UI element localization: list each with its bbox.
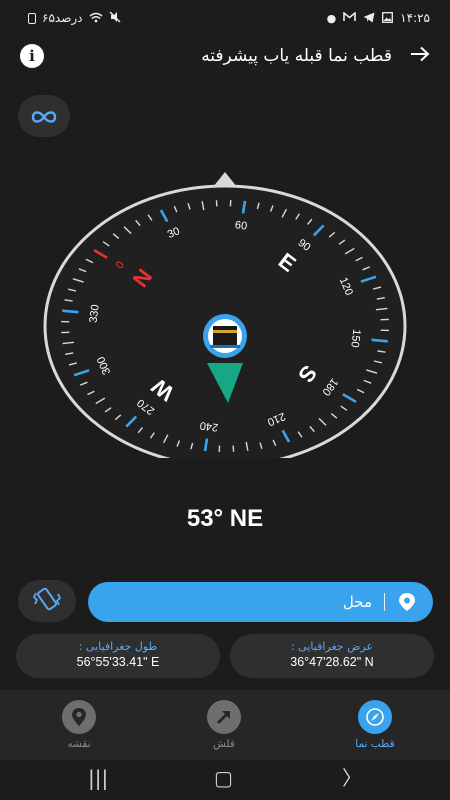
recents-button[interactable]: ||| [88, 768, 108, 788]
location-separator [384, 593, 385, 611]
nav-label-map: نقشه [67, 738, 91, 750]
longitude-value: 56°55'33.41" E [76, 655, 160, 669]
compass-degree-label: 240 [199, 419, 219, 433]
status-bar: ۶۵درصد ● ۱۴:۲۵ [0, 0, 450, 36]
compass-tick [371, 338, 388, 343]
home-button[interactable]: ▢ [214, 768, 233, 788]
nav-tab-arrow[interactable]: فلش [184, 700, 264, 750]
compass: 0 30 60 90 120 150 180 210 240 270 300 330 NESW [40, 168, 410, 458]
longitude-label: طول جغرافیایی : [78, 640, 158, 653]
longitude-card: طول جغرافیایی : 56°55'33.41" E [16, 634, 220, 678]
nav-label-arrow: فلش [213, 738, 235, 750]
location-pin-icon [397, 592, 417, 612]
compass-degree-label: 150 [348, 328, 362, 348]
battery-icon [28, 12, 36, 24]
nav-label-compass: قطب نما [355, 738, 395, 750]
info-icon[interactable]: i [20, 44, 44, 68]
battery-text: ۶۵درصد [42, 11, 83, 25]
gallery-icon [382, 11, 394, 25]
vibration-toggle-button[interactable] [18, 580, 76, 622]
app-header: i قطب نما قبله یاب پیشرفته [0, 36, 450, 76]
compass-dial: 030 6090120150180210240270300330 NESW [43, 172, 407, 458]
compass-tick [62, 309, 79, 314]
gmail-icon [343, 11, 356, 24]
notification-dot-icon: ● [326, 11, 337, 25]
wifi-icon [89, 12, 103, 25]
latitude-card: عرض جغرافیایی : 36°47'28.62" N [230, 634, 434, 678]
infinity-icon [30, 101, 58, 131]
header-right: قطب نما قبله یاب پیشرفته [201, 45, 430, 67]
nav-tab-map[interactable]: نقشه [39, 700, 119, 750]
status-left: ۶۵درصد [28, 11, 121, 25]
compass-degree-label: 60 [234, 219, 248, 232]
nav-tab-compass[interactable]: قطب نما [335, 700, 415, 750]
page-title: قطب نما قبله یاب پیشرفته [201, 46, 392, 66]
location-button[interactable]: محل [88, 582, 433, 622]
status-time: ۱۴:۲۵ [400, 11, 430, 25]
compass-icon [358, 700, 392, 734]
kaaba-icon [203, 314, 247, 358]
bottom-nav: نقشه فلش قطب نما [0, 690, 450, 760]
latitude-label: عرض جغرافیایی : [290, 640, 374, 653]
location-label: محل [342, 593, 372, 611]
heading-readout: 53° NE [186, 505, 264, 532]
latitude-value: 36°47'28.62" N [290, 655, 374, 669]
back-button[interactable]: 〉 [342, 768, 362, 788]
telegram-icon [363, 12, 375, 25]
mute-icon [109, 11, 121, 25]
arrow-right-icon[interactable] [410, 45, 430, 67]
arrow-icon [207, 700, 241, 734]
system-nav-bar: ||| ▢ 〉 [0, 760, 450, 800]
status-right: ● ۱۴:۲۵ [327, 11, 430, 25]
vibrate-icon [32, 586, 62, 616]
map-pin-icon [62, 700, 96, 734]
calibrate-button[interactable] [18, 95, 70, 137]
compass-degree-label: 330 [88, 304, 102, 324]
